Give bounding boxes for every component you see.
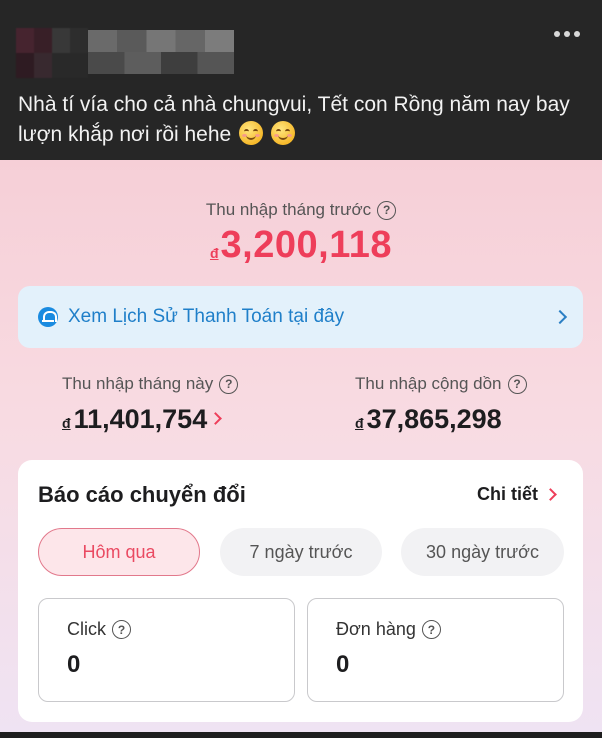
details-link[interactable]: Chi tiết xyxy=(477,484,557,505)
avatar[interactable] xyxy=(16,28,88,78)
metric-label-row: Click ? xyxy=(67,619,131,640)
this-month-value: 11,401,754 xyxy=(73,404,208,434)
tab-30-days[interactable]: 30 ngày trước xyxy=(401,528,564,576)
metric-orders: Đơn hàng ? 0 xyxy=(307,598,564,702)
report-title: Báo cáo chuyển đổi xyxy=(38,482,246,507)
help-icon[interactable]: ? xyxy=(377,200,397,220)
this-month-label: Thu nhập tháng này xyxy=(62,374,214,393)
tab-yesterday[interactable]: Hôm qua xyxy=(38,528,200,576)
dot xyxy=(564,31,570,37)
this-month-label-row: Thu nhập tháng này ? xyxy=(62,374,239,394)
post-header: Nhà tí vía cho cả nhà chungvui, Tết con … xyxy=(0,0,602,160)
author-name-redacted[interactable] xyxy=(88,30,234,74)
payment-history-link[interactable]: Xem Lịch Sử Thanh Toán tại đây xyxy=(18,286,583,348)
conversion-report-card: Báo cáo chuyển đổi Chi tiết Hôm qua 7 ng… xyxy=(18,460,583,722)
clicks-value: 0 xyxy=(67,651,81,678)
details-label: Chi tiết xyxy=(477,484,538,504)
last-month-amount: đ 3,200,118 xyxy=(0,224,602,267)
tab-7-days[interactable]: 7 ngày trước xyxy=(220,528,382,576)
period-tabs: Hôm qua 7 ngày trước 30 ngày trước xyxy=(38,528,568,578)
this-month-amount: đ 11,401,754 xyxy=(62,404,238,435)
help-icon[interactable]: ? xyxy=(219,374,239,394)
cumulative-label: Thu nhập cộng dồn xyxy=(355,374,502,393)
help-icon[interactable]: ? xyxy=(112,620,131,639)
this-month-income[interactable]: Thu nhập tháng này ? đ 11,401,754 xyxy=(62,374,239,435)
cumulative-amount: đ 37,865,298 xyxy=(355,404,527,435)
payment-history-text: Xem Lịch Sử Thanh Toán tại đây xyxy=(68,306,345,327)
last-month-income: Thu nhập tháng trước ? đ 3,200,118 xyxy=(0,200,602,267)
help-icon[interactable]: ? xyxy=(507,374,527,394)
currency-symbol: đ xyxy=(62,415,71,431)
currency-symbol: đ xyxy=(355,415,364,431)
metric-label-row: Đơn hàng ? xyxy=(336,619,441,640)
last-month-label: Thu nhập tháng trước xyxy=(205,200,372,219)
smiling-face-icon xyxy=(239,121,264,145)
smiling-face-icon xyxy=(270,121,295,145)
dot xyxy=(574,31,580,37)
post-caption-text: Nhà tí vía cho cả nhà chungvui, Tết con … xyxy=(18,93,570,146)
orders-value: 0 xyxy=(336,651,350,678)
income-stats: Thu nhập tháng này ? đ 11,401,754 Thu nh… xyxy=(0,374,602,444)
last-month-label-row: Thu nhập tháng trước ? xyxy=(205,200,397,220)
currency-symbol: đ xyxy=(209,245,219,261)
last-month-value: 3,200,118 xyxy=(220,224,393,266)
help-icon[interactable]: ? xyxy=(421,620,441,639)
chevron-right-icon xyxy=(552,309,568,325)
cumulative-value: 37,865,298 xyxy=(366,404,502,434)
orders-label: Đơn hàng xyxy=(336,619,416,639)
bottom-divider xyxy=(0,732,602,738)
chevron-right-icon xyxy=(544,488,557,501)
post-caption: Nhà tí vía cho cả nhà chungvui, Tết con … xyxy=(18,90,588,150)
more-options-icon[interactable] xyxy=(554,26,580,42)
chevron-right-icon xyxy=(209,412,223,425)
clicks-label: Click xyxy=(67,619,106,639)
cumulative-label-row: Thu nhập cộng dồn ? xyxy=(355,374,527,394)
bell-icon xyxy=(38,307,58,327)
dot xyxy=(554,31,560,37)
cumulative-income: Thu nhập cộng dồn ? đ 37,865,298 xyxy=(355,374,527,435)
metric-clicks: Click ? 0 xyxy=(38,598,295,702)
affiliate-income-panel: Thu nhập tháng trước ? đ 3,200,118 Xem L… xyxy=(0,160,602,732)
